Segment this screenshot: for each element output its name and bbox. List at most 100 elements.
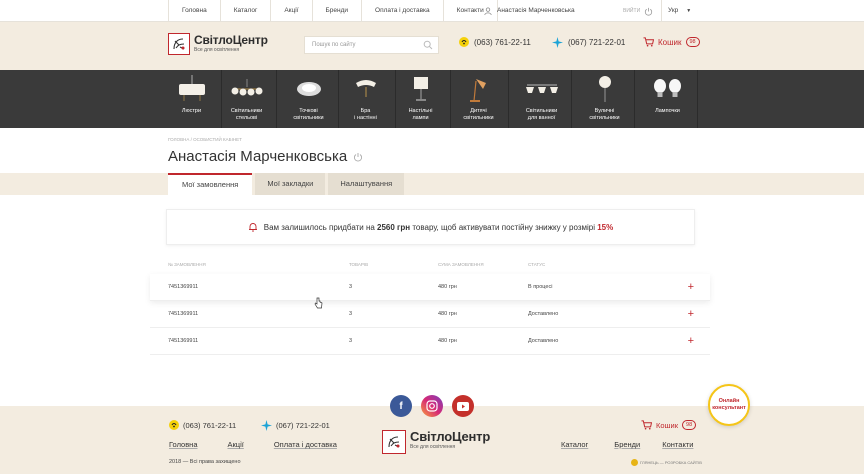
kyivstar-icon — [552, 37, 563, 48]
developer-credit[interactable]: ГЛЯНЕЦЬ — РОЗРОБКА САЙТІВ — [631, 459, 702, 466]
breadcrumb[interactable]: ГОЛОВНА / ОСОБИСТИЙ КАБІНЕТ — [168, 137, 242, 142]
logout-button[interactable]: ВИЙТИ — [623, 0, 663, 22]
notice-text-pre: Вам залишилось придбати на — [263, 222, 378, 232]
order-id: 7451369911 — [168, 338, 199, 344]
nav-home[interactable]: Головна — [168, 0, 221, 22]
category-label: Вуличні світильники — [589, 108, 620, 121]
nav-catalog[interactable]: Каталог — [221, 0, 272, 22]
column-header-status: Статус — [528, 262, 546, 267]
category-label: Світильники для ванної — [525, 108, 558, 121]
tab-my-orders[interactable]: Мої замовлення — [168, 173, 253, 195]
cart-icon — [641, 420, 652, 430]
bulb-icon — [638, 74, 697, 104]
tab-settings[interactable]: Налаштування — [328, 173, 405, 195]
order-items: 3 — [349, 284, 353, 290]
notice-text-mid: товару, щоб активувати постійну знижку у… — [410, 222, 598, 232]
logo[interactable]: СвітлоЦентр Все для освітлення — [168, 33, 268, 55]
expand-plus-icon[interactable]: + — [688, 328, 694, 355]
category-sconces[interactable]: Бра і настінні — [336, 70, 396, 128]
order-id: 7451369911 — [168, 284, 199, 290]
footer-link-brands[interactable]: Бренди — [614, 440, 640, 449]
phone-lifecell[interactable]: (063) 761-22-11 — [459, 37, 531, 47]
phone-kyivstar[interactable]: (067) 721-22-01 — [552, 37, 625, 48]
kids-lamp-icon — [449, 74, 508, 104]
spotlight-icon — [279, 74, 338, 104]
bathroom-light-icon — [512, 74, 571, 104]
power-icon[interactable] — [353, 152, 363, 162]
footer-phone2-text: (067) 721-22-01 — [276, 421, 330, 430]
logo-icon — [168, 33, 190, 55]
logo-icon — [382, 430, 406, 454]
footer-logo-title: СвітлоЦентр — [410, 429, 491, 444]
footer-logo[interactable]: СвітлоЦентр Все для освітлення — [382, 430, 490, 454]
column-header-items: Товарів — [349, 262, 369, 267]
table-lamp-icon — [391, 74, 450, 104]
tabs-background — [0, 173, 864, 195]
category-bulbs[interactable]: Лампочки — [638, 70, 698, 128]
order-sum: 480 грн — [438, 311, 457, 317]
power-icon — [645, 7, 653, 16]
category-outdoor[interactable]: Вуличні світильники — [575, 70, 635, 128]
footer-links-left: Головна Акції Оплата і доставка — [169, 440, 337, 449]
notice-percent: 15% — [597, 222, 614, 232]
developer-logo-icon — [631, 459, 638, 466]
footer-phone-lifecell[interactable]: (063) 761-22-11 — [169, 420, 236, 430]
table-row[interactable]: 7451369911 3 480 грн Доставлено + — [150, 328, 710, 355]
category-spotlights[interactable]: Точкові світильники — [279, 70, 339, 128]
table-row[interactable]: 7451369911 3 480 грн В процесі + — [150, 274, 710, 301]
nav-sales[interactable]: Акції — [271, 0, 313, 22]
expand-plus-icon[interactable]: + — [688, 301, 694, 328]
search-icon[interactable] — [423, 40, 433, 50]
language-value: Укр — [668, 7, 679, 14]
footer-cart-button[interactable]: Кошик 98 — [641, 420, 697, 430]
category-label: Люстри — [181, 108, 202, 114]
facebook-icon[interactable]: f — [390, 395, 412, 417]
phone1-text: (063) 761-22-11 — [474, 37, 531, 47]
logo-subtitle: Все для освітлення — [194, 47, 240, 53]
table-row[interactable]: 7451369911 3 480 грн Доставлено + — [150, 301, 710, 328]
expand-plus-icon[interactable]: + — [688, 274, 694, 301]
order-status: Доставлено — [528, 311, 559, 317]
nav-payment-delivery[interactable]: Оплата і доставка — [362, 0, 444, 22]
footer-links-right: Каталог Бренди Контакти — [561, 440, 693, 449]
order-sum: 480 грн — [438, 338, 457, 344]
developer-text: ГЛЯНЕЦЬ — РОЗРОБКА САЙТІВ — [640, 460, 702, 465]
ceiling-light-icon — [217, 74, 276, 104]
footer-logo-subtitle: Все для освітлення — [410, 444, 456, 450]
order-items: 3 — [349, 311, 353, 317]
category-table-lamps[interactable]: Настільні лампи — [391, 70, 451, 128]
youtube-icon[interactable] — [452, 395, 474, 417]
category-chandeliers[interactable]: Люстри — [162, 70, 222, 128]
instagram-icon[interactable] — [421, 395, 443, 417]
language-select[interactable]: Укр ▼ — [668, 0, 691, 22]
logo-title: СвітлоЦентр — [194, 33, 268, 47]
order-status: Доставлено — [528, 338, 559, 344]
cart-button[interactable]: Кошик 98 — [643, 37, 700, 47]
category-bathroom[interactable]: Світильники для ванної — [512, 70, 572, 128]
footer-cart-label: Кошик — [656, 420, 679, 430]
nav-brands[interactable]: Бренди — [313, 0, 363, 22]
top-bar: Головна Каталог Акції Бренди Оплата і до… — [0, 0, 864, 22]
category-menu: Люстри Світильники стельові Точкові світ… — [0, 70, 864, 128]
cart-count-badge: 98 — [685, 37, 700, 47]
footer-link-contacts[interactable]: Контакти — [662, 440, 693, 449]
order-id: 7451369911 — [168, 311, 199, 317]
category-kids[interactable]: Дитячі світильники — [449, 70, 509, 128]
chandelier-icon — [162, 74, 221, 104]
bell-icon — [248, 223, 257, 232]
online-consultant-button[interactable]: Онлайн консультант — [708, 384, 750, 426]
footer-link-home[interactable]: Головна — [169, 440, 198, 449]
footer-link-catalog[interactable]: Каталог — [561, 440, 588, 449]
category-ceiling[interactable]: Світильники стельові — [217, 70, 277, 128]
user-account-link[interactable]: Анастасія Марченковська — [484, 0, 575, 22]
category-label: Точкові світильники — [293, 108, 324, 121]
account-tabs: Мої замовлення Мої закладки Налаштування — [168, 173, 405, 195]
order-sum: 480 грн — [438, 284, 457, 290]
footer-link-sales[interactable]: Акції — [228, 440, 244, 449]
sconce-icon — [336, 74, 395, 104]
search-input[interactable]: Пошук по сайту — [304, 36, 439, 54]
footer-phone-kyivstar[interactable]: (067) 721-22-01 — [261, 420, 330, 431]
footer-link-payment-delivery[interactable]: Оплата і доставка — [274, 440, 337, 449]
tab-bookmarks[interactable]: Мої закладки — [255, 173, 326, 195]
search-placeholder: Пошук по сайту — [312, 42, 356, 48]
